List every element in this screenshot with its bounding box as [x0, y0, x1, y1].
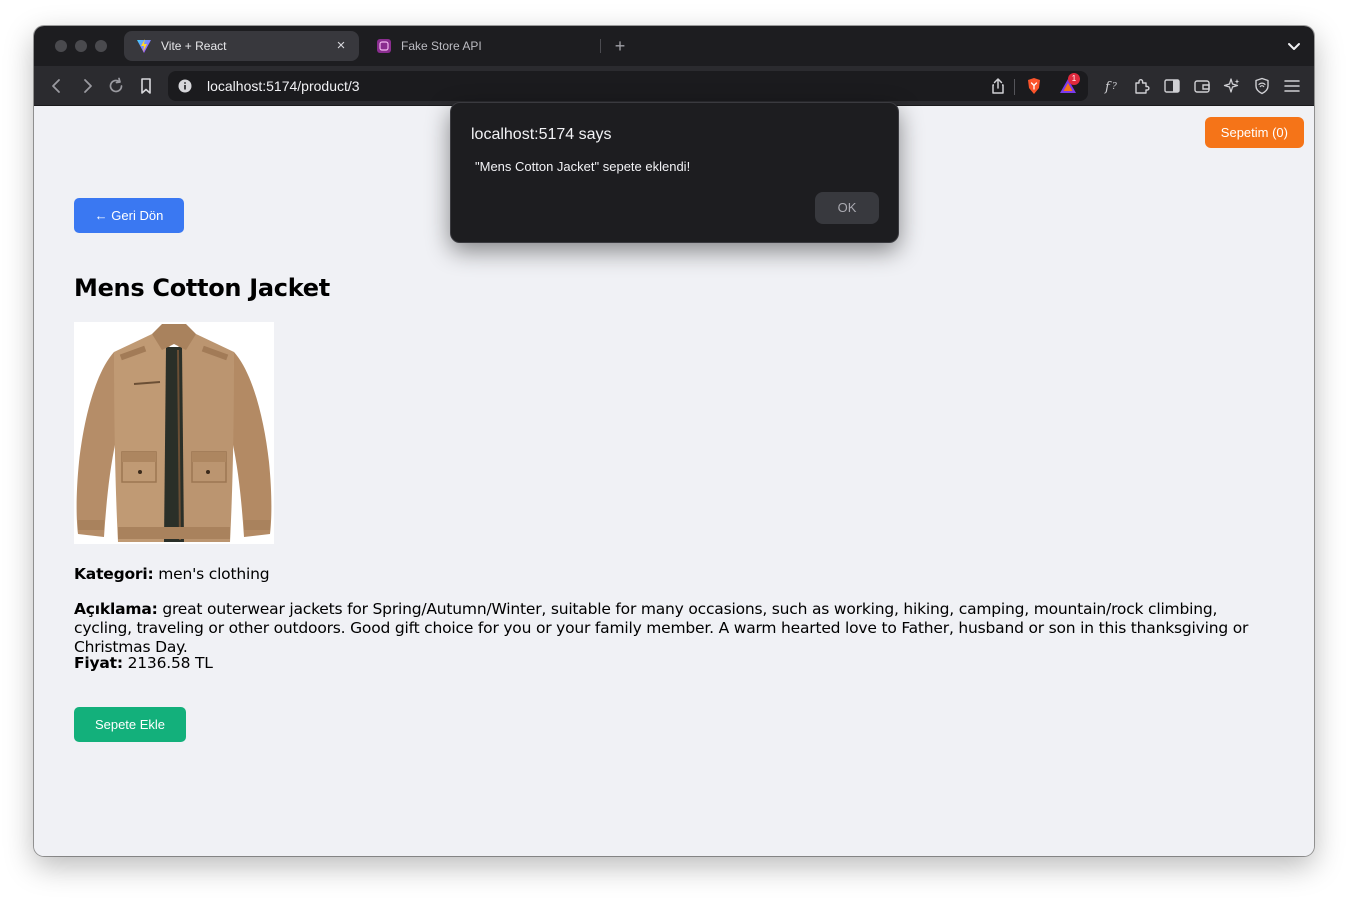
brave-shields-icon[interactable]	[1024, 76, 1044, 96]
share-icon[interactable]	[988, 76, 1008, 96]
window-close-dot[interactable]	[55, 40, 67, 52]
browser-toolbar: localhost:5174/product/3 1 f ?	[34, 66, 1314, 106]
browser-window: Vite + React × Fake Store API + localhos…	[34, 26, 1314, 856]
alert-dialog: localhost:5174 says "Mens Cotton Jacket"…	[450, 102, 899, 243]
svg-text:f: f	[1104, 80, 1112, 95]
cart-button[interactable]: Sepetim (0)	[1204, 117, 1304, 148]
back-arrow-icon[interactable]	[47, 76, 67, 96]
new-tab-button[interactable]: +	[610, 36, 630, 56]
fake-store-logo-icon	[377, 39, 391, 53]
chevron-down-icon[interactable]	[1286, 38, 1302, 54]
dialog-title: localhost:5174 says	[471, 126, 612, 143]
forward-arrow-icon[interactable]	[77, 76, 97, 96]
tab-vite-react[interactable]: Vite + React ×	[124, 31, 359, 61]
notification-badge: 1	[1068, 73, 1080, 85]
extensions-puzzle-icon[interactable]	[1132, 76, 1152, 96]
description-label: Açıklama:	[74, 600, 158, 618]
font-script-icon[interactable]: f ?	[1102, 76, 1122, 96]
category-label: Kategori:	[74, 565, 154, 583]
svg-text:?: ?	[1112, 82, 1117, 92]
tab-title: Vite + React	[161, 39, 227, 53]
category-value: men's clothing	[158, 565, 270, 583]
product-price: Fiyat: 2136.58 TL	[74, 654, 1274, 673]
ok-button[interactable]: OK	[815, 192, 879, 224]
product-description: Açıklama: great outerwear jackets for Sp…	[74, 600, 1274, 657]
description-value: great outerwear jackets for Spring/Autum…	[74, 600, 1249, 656]
vpn-shield-icon[interactable]	[1252, 76, 1272, 96]
jacket-image	[74, 322, 274, 544]
url-text: localhost:5174/product/3	[207, 78, 360, 94]
address-bar-divider	[1014, 79, 1015, 95]
price-label: Fiyat:	[74, 654, 123, 672]
product-image	[74, 322, 274, 544]
price-value: 2136.58 TL	[127, 654, 213, 672]
tab-divider	[600, 39, 601, 53]
brave-rewards-button[interactable]: 1	[1058, 73, 1080, 96]
back-button[interactable]: ← Geri Dön	[74, 198, 184, 233]
window-minimize-dot[interactable]	[75, 40, 87, 52]
address-bar[interactable]: localhost:5174/product/3 1	[168, 71, 1088, 101]
add-to-cart-button[interactable]: Sepete Ekle	[74, 707, 186, 742]
dialog-message: "Mens Cotton Jacket" sepete eklendi!	[475, 159, 691, 174]
tab-fake-store-api[interactable]: Fake Store API	[364, 31, 600, 61]
bookmark-icon[interactable]	[136, 76, 156, 96]
wallet-icon[interactable]	[1192, 76, 1212, 96]
vite-logo-icon	[137, 39, 151, 53]
close-tab-icon[interactable]: ×	[333, 38, 349, 54]
reload-icon[interactable]	[106, 76, 126, 96]
sidebar-toggle-icon[interactable]	[1162, 76, 1182, 96]
product-title: Mens Cotton Jacket	[74, 274, 330, 302]
tab-title: Fake Store API	[401, 39, 482, 53]
product-category: Kategori: men's clothing	[74, 565, 1274, 584]
menu-hamburger-icon[interactable]	[1282, 76, 1302, 96]
leo-ai-icon[interactable]	[1222, 76, 1242, 96]
tab-strip: Vite + React × Fake Store API +	[34, 26, 1314, 66]
site-info-icon[interactable]	[178, 79, 192, 93]
window-zoom-dot[interactable]	[95, 40, 107, 52]
